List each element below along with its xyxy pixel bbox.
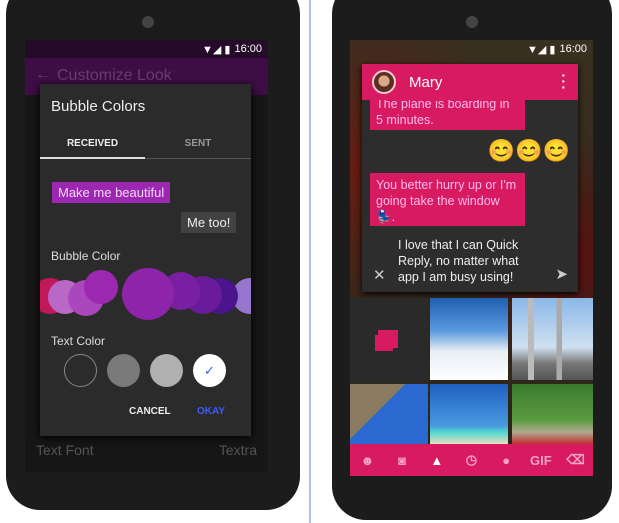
tab-received[interactable]: RECEIVED	[40, 132, 145, 159]
text-color-picker[interactable]: ✓	[40, 354, 251, 390]
tab-sent[interactable]: SENT	[145, 132, 251, 159]
quick-reply-card: The plane is boarding in 5 minutes. Mary…	[362, 64, 578, 292]
bubble-colors-dialog: Bubble Colors RECEIVED SENT Make me beau…	[40, 84, 251, 436]
wifi-icon: ▼◢ ▮	[527, 43, 556, 56]
gallery-button[interactable]	[350, 298, 428, 383]
dialog-title: Bubble Colors	[51, 98, 146, 115]
text-color-swatch[interactable]	[64, 354, 97, 387]
camera-icon[interactable]: ◙	[386, 453, 419, 468]
text-font-value[interactable]: Textra	[219, 442, 257, 458]
text-color-swatch[interactable]	[150, 354, 183, 387]
gif-icon[interactable]: GIF	[524, 453, 557, 468]
wifi-icon: ▼◢ ▮	[202, 43, 231, 56]
right-screen: ▼◢ ▮ 16:00 The plane is boarding in 5 min…	[350, 40, 593, 476]
photo-beach[interactable]	[430, 384, 508, 444]
clock: 16:00	[234, 43, 262, 55]
contact-name: Mary	[409, 74, 443, 91]
bubble-color-swatch[interactable]	[84, 270, 118, 304]
photo-house[interactable]	[350, 384, 428, 444]
more-options-icon[interactable]: · · ·	[561, 68, 566, 94]
send-icon[interactable]: ➤	[555, 265, 568, 283]
text-color-swatch[interactable]: ✓	[193, 354, 226, 387]
okay-button[interactable]: OKAY	[197, 406, 225, 417]
emoji-icon[interactable]: ☻	[351, 453, 384, 468]
photo-snow[interactable]	[430, 298, 508, 380]
bubble-color-label: Bubble Color	[51, 249, 121, 263]
message-2: You better hurry up or I'm going take th…	[370, 173, 525, 226]
text-font-label[interactable]: Text Font	[36, 442, 94, 458]
attachment-toolbar: ☻ ◙ ▲ ◷ ● GIF ⌫	[350, 444, 593, 476]
header: Mary · · ·	[362, 64, 578, 100]
contact-icon[interactable]: ●	[490, 453, 523, 468]
text-color-swatch[interactable]	[107, 354, 140, 387]
cancel-button[interactable]: CANCEL	[129, 406, 171, 417]
gallery-icon	[378, 330, 398, 348]
divider	[309, 0, 311, 523]
photo-refinery[interactable]	[512, 298, 593, 380]
recent-icon[interactable]: ◷	[455, 452, 488, 468]
clock: 16:00	[559, 43, 587, 55]
toolbar-title: Customize Look	[57, 67, 172, 84]
reply-input[interactable]: I love that I can Quick Reply, no matter…	[398, 237, 530, 285]
bubble-color-picker[interactable]	[40, 268, 251, 324]
text-color-label: Text Color	[51, 334, 106, 348]
bubble-color-swatch[interactable]	[122, 268, 174, 320]
photo-park[interactable]	[512, 384, 593, 444]
status-bar: ▼◢ ▮ 16:00	[350, 40, 593, 58]
left-screen: ▼◢ ▮ 16:00 ← Customize Look Text Font Tex…	[25, 40, 268, 472]
sent-bubble-preview: Me too!	[181, 212, 237, 233]
received-bubble-preview: Make me beautiful	[52, 182, 171, 203]
back-arrow-icon[interactable]: ←	[35, 66, 51, 84]
status-bar: ▼◢ ▮ 16:00	[25, 40, 268, 58]
avatar	[372, 70, 396, 94]
gallery-icon[interactable]: ▲	[420, 453, 453, 468]
backspace-icon[interactable]: ⌫	[559, 452, 592, 468]
close-icon[interactable]: ✕	[373, 266, 386, 284]
message-1: 😊😊😊	[487, 138, 570, 163]
